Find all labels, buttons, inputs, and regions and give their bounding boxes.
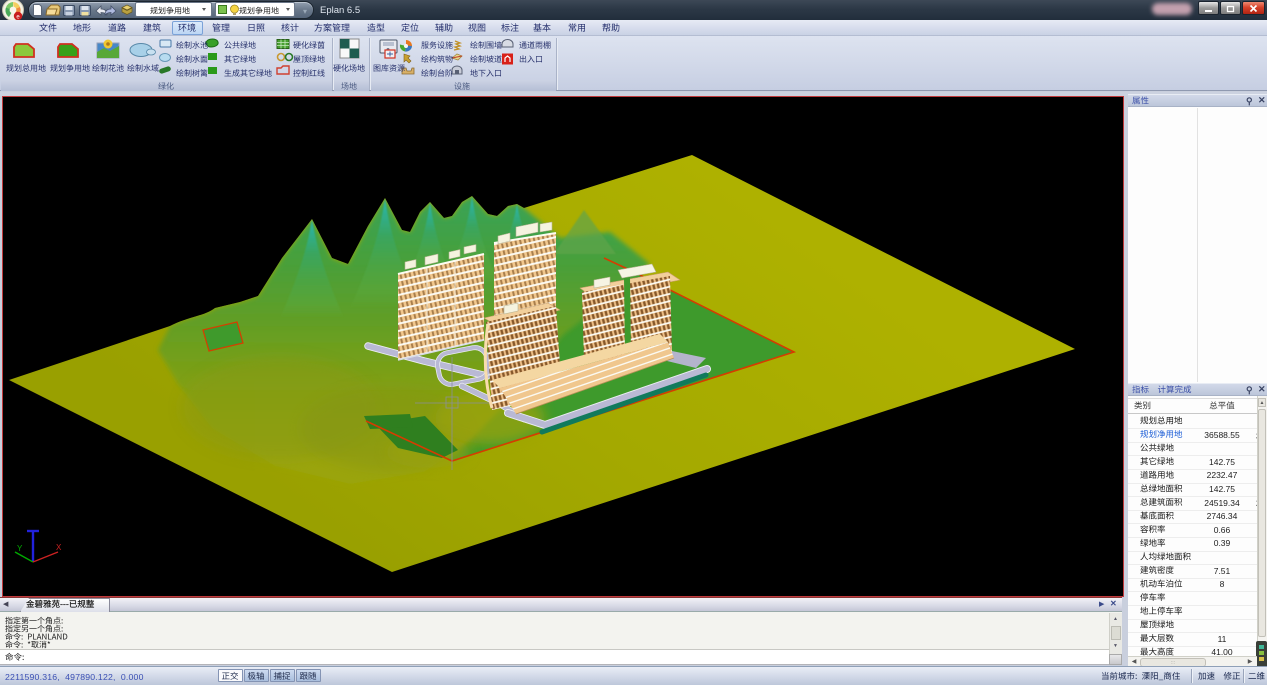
svg-text:X: X — [56, 543, 62, 552]
svg-text:Y: Y — [17, 544, 23, 553]
